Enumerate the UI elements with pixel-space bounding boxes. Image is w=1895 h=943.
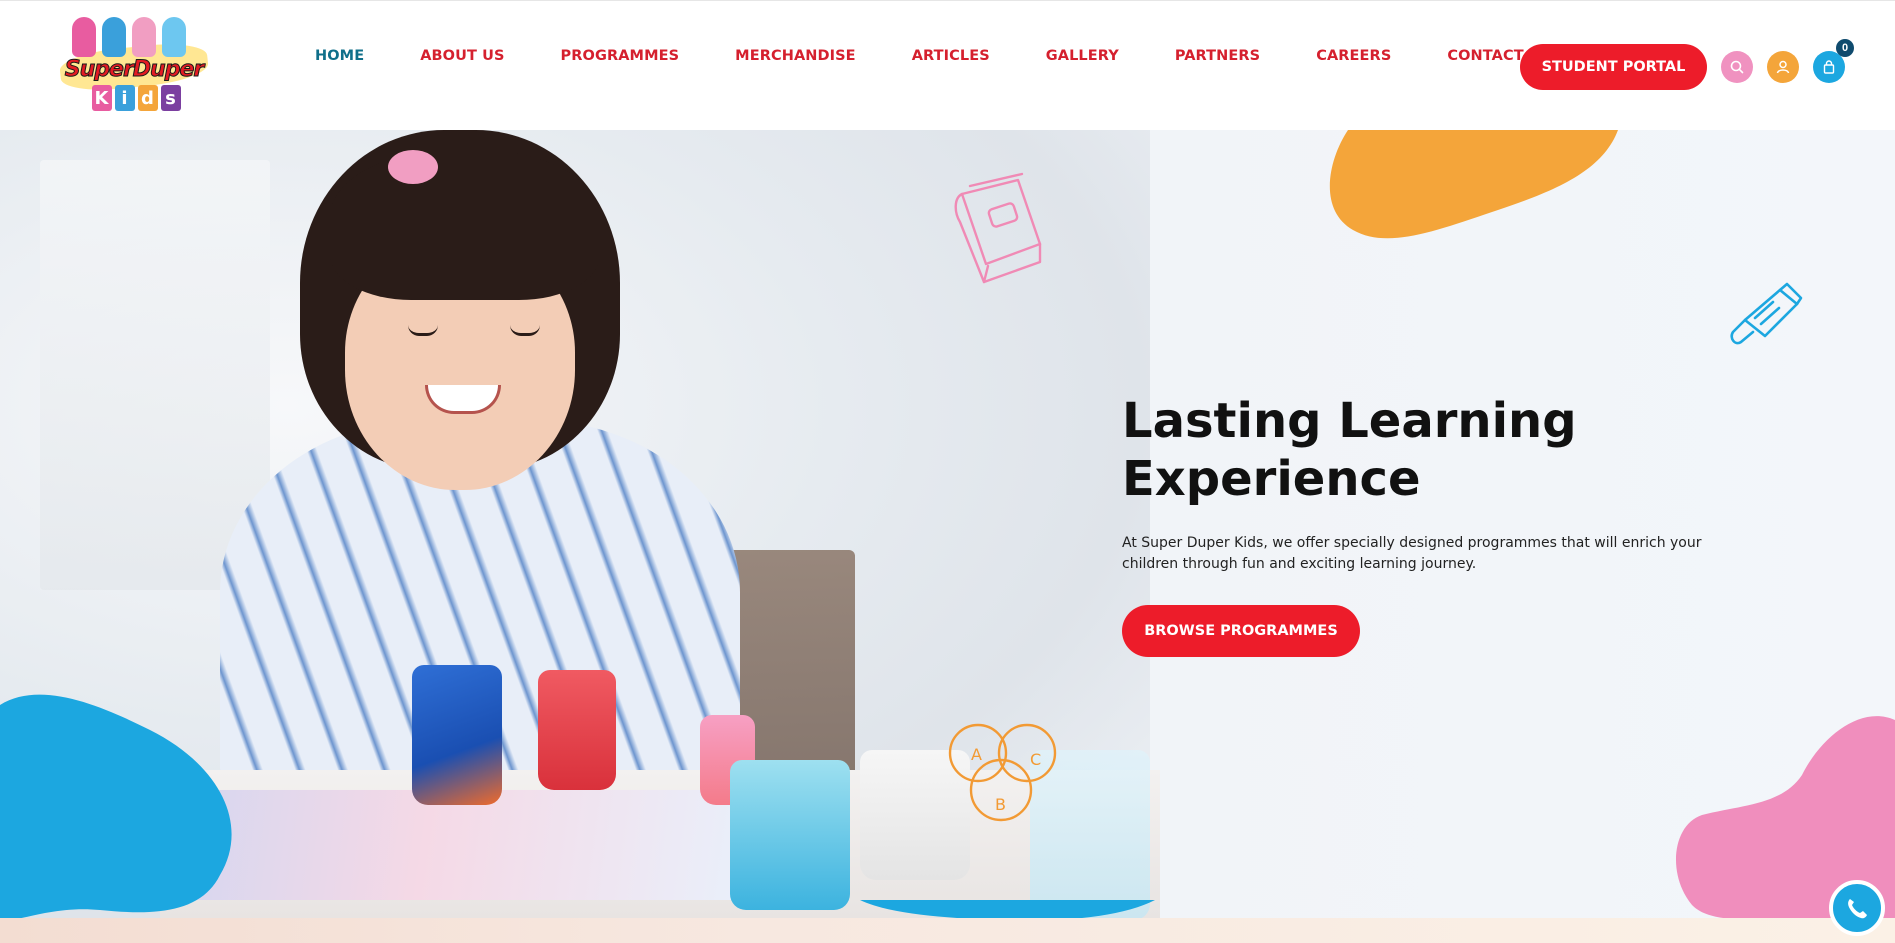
browse-programmes-button[interactable]: BROWSE PROGRAMMES: [1122, 605, 1360, 657]
venn-letter-b: B: [995, 795, 1006, 814]
hero-photo-paint-jar: [412, 665, 502, 805]
nav-partners[interactable]: PARTNERS: [1175, 48, 1260, 64]
user-icon: [1776, 60, 1790, 74]
hero-title: Lasting Learning Experience: [1122, 393, 1577, 507]
nav-careers[interactable]: CAREERS: [1316, 48, 1391, 64]
venn-letter-c: C: [1030, 750, 1041, 769]
paint-tube-doodle-icon: [1730, 282, 1803, 345]
hero-photo-paint-jar: [730, 760, 850, 910]
hero-photo-girl-fringe: [330, 150, 600, 300]
nav-articles[interactable]: ARTICLES: [912, 48, 990, 64]
site-logo[interactable]: SuperDuper K i d s: [54, 13, 214, 119]
account-button[interactable]: [1767, 51, 1799, 83]
next-section-preview: [0, 918, 1895, 943]
nav-merchandise[interactable]: MERCHANDISE: [735, 48, 856, 64]
blue-bottom-blob: [860, 900, 1155, 918]
site-header: SuperDuper K i d s HOME ABOUT US PROGRAM…: [0, 0, 1895, 130]
logo-letter: K: [91, 85, 112, 111]
whatsapp-icon: [1848, 899, 1867, 919]
hero-photo-book: [192, 790, 768, 900]
nav-about-us[interactable]: ABOUT US: [420, 48, 504, 64]
nav-home[interactable]: HOME: [315, 48, 364, 64]
hero-photo-hairclip: [388, 150, 438, 184]
nav-programmes[interactable]: PROGRAMMES: [561, 48, 680, 64]
logo-kid-figure: [162, 17, 186, 57]
book-doodle-icon: [954, 172, 1042, 284]
hero-description: At Super Duper Kids, we offer specially …: [1122, 535, 1702, 572]
search-button[interactable]: [1721, 51, 1753, 83]
main-nav: HOME ABOUT US PROGRAMMES MERCHANDISE ART…: [315, 48, 1607, 64]
logo-letter: d: [137, 85, 158, 111]
hero-photo-paint-jar: [538, 670, 616, 790]
logo-letter: s: [160, 85, 181, 111]
student-portal-button[interactable]: STUDENT PORTAL: [1520, 44, 1707, 90]
search-icon: [1730, 60, 1744, 74]
blue-blob: [0, 694, 232, 918]
logo-wordmark: SuperDuper: [64, 57, 204, 83]
logo-kid-figure: [132, 17, 156, 57]
venn-letter-a: A: [971, 745, 982, 764]
cart-count-badge: 0: [1836, 39, 1854, 57]
whatsapp-chat-button[interactable]: [1829, 880, 1885, 936]
logo-kids-blocks: K i d s: [86, 85, 186, 113]
nav-gallery[interactable]: GALLERY: [1046, 48, 1119, 64]
logo-kid-figure: [72, 17, 96, 57]
logo-letter: i: [114, 85, 135, 111]
abc-venn-doodle-icon: A C B: [948, 723, 1057, 822]
logo-kid-figure: [102, 17, 126, 57]
shopping-bag-icon: [1823, 60, 1835, 74]
hero-section: A C B Lasting Learning Experience At Sup…: [0, 130, 1895, 918]
orange-blob: [1329, 130, 1618, 239]
